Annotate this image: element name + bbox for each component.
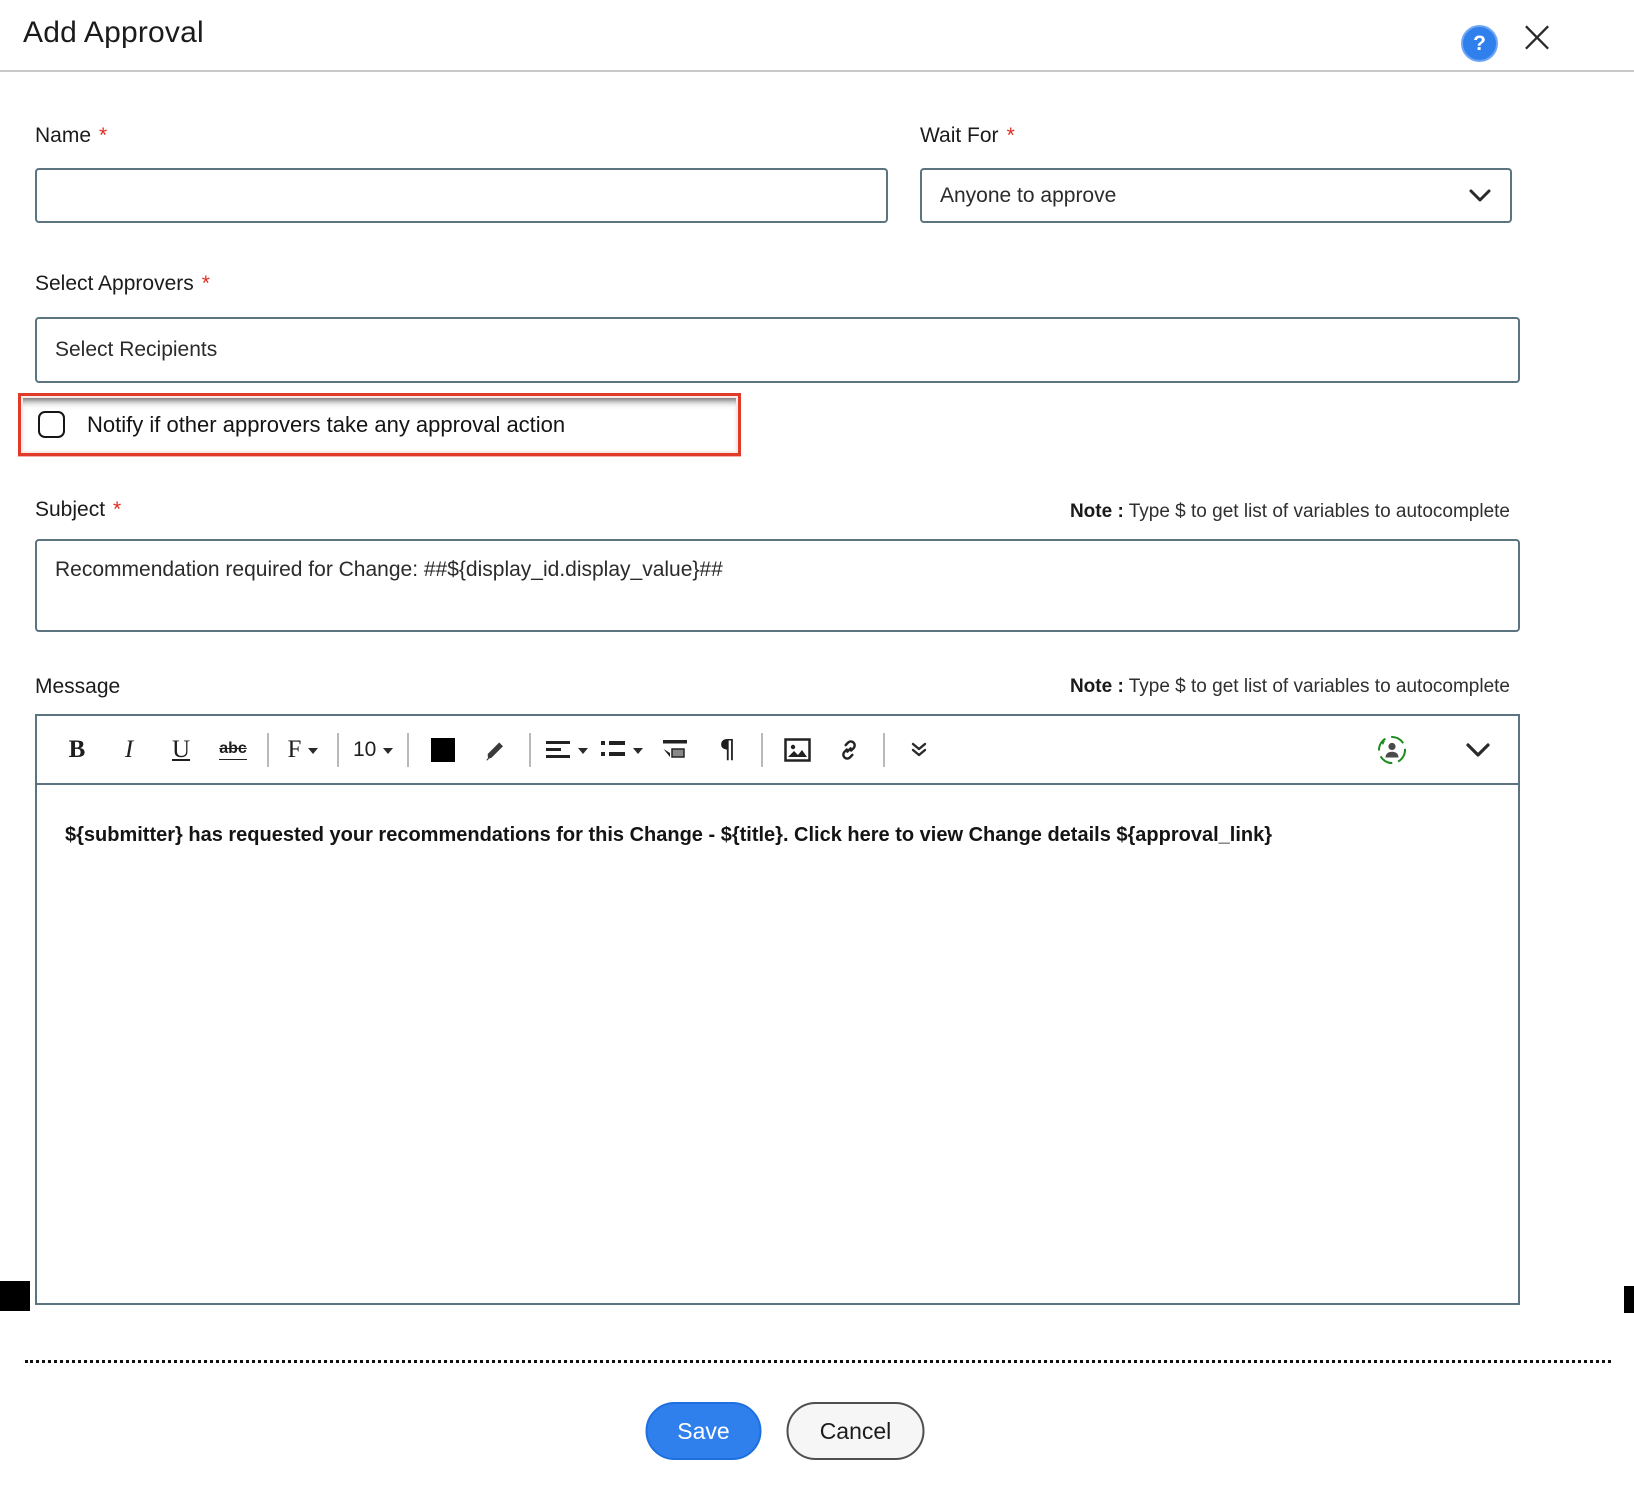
image-icon <box>784 738 811 762</box>
caret-down-icon <box>383 748 393 754</box>
italic-button[interactable]: I <box>109 728 149 772</box>
highlighter-icon <box>482 737 508 763</box>
message-editor: B I U abc F 10 <box>35 714 1520 1305</box>
toolbar-divider <box>407 733 409 767</box>
paragraph-button[interactable]: ¶ <box>707 728 747 772</box>
text-color-button[interactable] <box>423 728 463 772</box>
more-tools-button[interactable] <box>899 728 939 772</box>
outdent-button[interactable] <box>655 728 695 772</box>
link-icon <box>836 737 862 763</box>
select-approvers-input[interactable] <box>35 317 1520 383</box>
header-divider <box>0 70 1634 72</box>
subject-input[interactable]: Recommendation required for Change: ##${… <box>35 539 1520 632</box>
required-asterisk: * <box>113 498 121 521</box>
highlight-button[interactable] <box>475 728 515 772</box>
subject-note: Note : Type $ to get list of variables t… <box>910 501 1510 523</box>
screenshot-artifact-left <box>0 1281 30 1311</box>
bold-button[interactable]: B <box>57 728 97 772</box>
toolbar-collapse-button[interactable] <box>1458 728 1498 772</box>
bullet-list-icon <box>600 739 626 761</box>
strikethrough-button[interactable]: abc <box>213 728 253 772</box>
close-icon[interactable]: × <box>1514 10 1560 62</box>
align-button[interactable] <box>545 728 588 772</box>
link-button[interactable] <box>829 728 869 772</box>
chevron-down-icon <box>1465 741 1491 759</box>
save-button[interactable]: Save <box>646 1402 762 1460</box>
toolbar-divider <box>529 733 531 767</box>
message-label: Message <box>35 673 120 699</box>
toolbar-divider <box>337 733 339 767</box>
chevron-down-icon <box>1468 188 1492 204</box>
dialog-title: Add Approval <box>23 16 204 50</box>
select-approvers-label: Select Approvers* <box>35 272 210 296</box>
image-button[interactable] <box>777 728 817 772</box>
name-input[interactable] <box>35 168 888 223</box>
annotation-highlight-box: Notify if other approvers take any appro… <box>18 393 741 456</box>
required-asterisk: * <box>99 124 107 147</box>
caret-down-icon <box>633 748 643 754</box>
caret-down-icon <box>308 748 318 754</box>
cancel-button[interactable]: Cancel <box>787 1402 925 1460</box>
help-icon[interactable]: ? <box>1461 25 1498 62</box>
underline-button[interactable]: U <box>161 728 201 772</box>
caret-down-icon <box>578 748 588 754</box>
notify-checkbox[interactable] <box>38 411 65 438</box>
font-family-button[interactable]: F <box>283 728 323 772</box>
toolbar-divider <box>883 733 885 767</box>
text-color-swatch <box>431 738 455 762</box>
subject-label: Subject* <box>35 498 121 522</box>
notify-checkbox-label: Notify if other approvers take any appro… <box>87 412 565 438</box>
message-body-input[interactable]: ${submitter} has requested your recommen… <box>37 785 1518 885</box>
wait-for-value: Anyone to approve <box>940 184 1116 208</box>
editor-toolbar: B I U abc F 10 <box>37 716 1518 785</box>
wait-for-select[interactable]: Anyone to approve <box>920 168 1512 223</box>
list-button[interactable] <box>600 728 643 772</box>
outdent-icon <box>661 738 689 762</box>
toolbar-divider <box>761 733 763 767</box>
screenshot-artifact-right <box>1624 1286 1634 1313</box>
required-asterisk: * <box>202 272 210 295</box>
align-left-icon <box>545 739 571 761</box>
double-chevron-down-icon <box>910 741 928 759</box>
insert-user-variable-button[interactable] <box>1372 728 1412 772</box>
user-refresh-icon <box>1375 733 1409 767</box>
name-label: Name* <box>35 124 107 148</box>
footer-buttons: Save Cancel <box>646 1402 925 1460</box>
footer-divider <box>25 1360 1611 1363</box>
wait-for-label: Wait For* <box>920 124 1015 148</box>
toolbar-divider <box>267 733 269 767</box>
font-size-button[interactable]: 10 <box>353 728 393 772</box>
required-asterisk: * <box>1007 124 1015 147</box>
message-note: Note : Type $ to get list of variables t… <box>910 676 1510 698</box>
